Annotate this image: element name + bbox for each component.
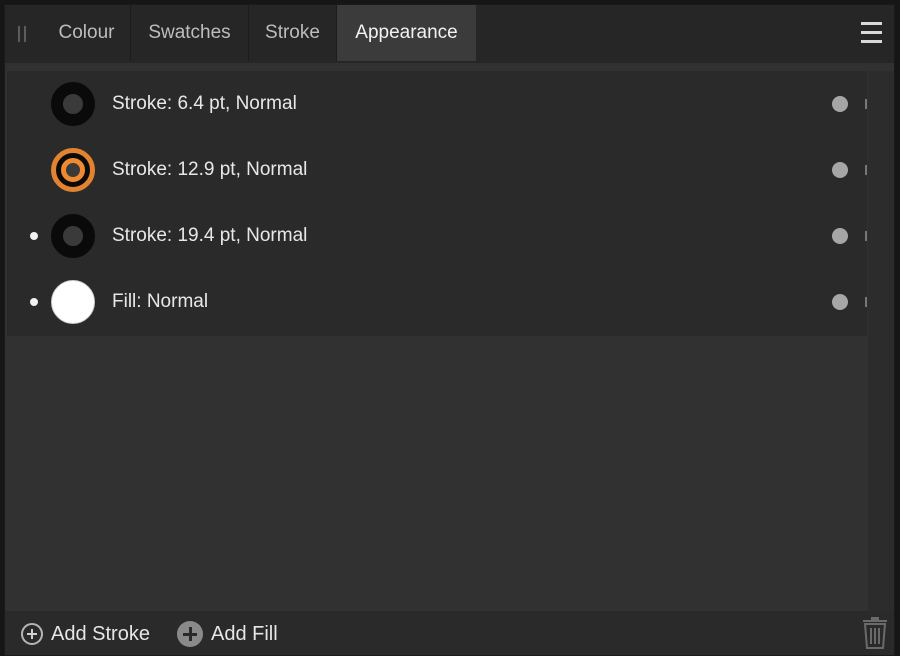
plus-circle-filled-icon (177, 621, 203, 647)
list-item[interactable]: Stroke: 12.9 pt, Normal (7, 137, 867, 203)
appearance-layer-list: Stroke: 6.4 pt, Normal Stroke: 12.9 pt, … (7, 71, 867, 336)
layer-handle-icon[interactable] (865, 99, 867, 109)
tab-appearance[interactable]: Appearance (337, 5, 476, 61)
layer-options-dot-icon[interactable] (832, 294, 848, 310)
vertical-scrollbar[interactable] (868, 71, 894, 613)
stroke-swatch-icon[interactable] (51, 214, 95, 258)
add-fill-button[interactable]: Add Fill (177, 619, 278, 649)
tab-bar: Colour Swatches Stroke Appearance (5, 5, 894, 63)
layer-options-dot-icon[interactable] (832, 96, 848, 112)
hamburger-menu-icon[interactable] (861, 22, 882, 43)
layer-label: Stroke: 12.9 pt, Normal (112, 159, 308, 180)
stroke-swatch-icon[interactable] (51, 148, 95, 192)
layer-options-dot-icon[interactable] (832, 228, 848, 244)
stroke-swatch-icon[interactable] (51, 82, 95, 126)
tab-colour[interactable]: Colour (43, 5, 131, 61)
layer-label: Stroke: 19.4 pt, Normal (112, 225, 308, 246)
layer-label: Fill: Normal (112, 291, 209, 312)
layer-handle-icon[interactable] (865, 165, 867, 175)
panel-footer: Add Stroke Add Fill (5, 611, 894, 655)
layer-options-dot-icon[interactable] (832, 162, 848, 178)
tab-swatches[interactable]: Swatches (131, 5, 249, 61)
trash-icon[interactable] (862, 617, 888, 649)
grip-icon[interactable] (18, 26, 28, 42)
visibility-dot-icon[interactable] (30, 232, 38, 240)
layer-handle-icon[interactable] (865, 231, 867, 241)
list-item[interactable]: Stroke: 6.4 pt, Normal (7, 71, 867, 137)
fill-swatch-icon[interactable] (51, 280, 95, 324)
visibility-dot-icon[interactable] (30, 298, 38, 306)
list-item[interactable]: Fill: Normal (7, 269, 867, 335)
tab-stroke[interactable]: Stroke (249, 5, 337, 61)
add-fill-label: Add Fill (211, 622, 278, 645)
layer-handle-icon[interactable] (865, 297, 867, 307)
list-item[interactable]: Stroke: 19.4 pt, Normal (7, 203, 867, 269)
add-stroke-label: Add Stroke (51, 622, 150, 645)
appearance-panel: Colour Swatches Stroke Appearance Stroke… (4, 4, 895, 656)
add-stroke-button[interactable]: Add Stroke (21, 619, 150, 649)
layer-label: Stroke: 6.4 pt, Normal (112, 93, 297, 114)
plus-circle-outline-icon (21, 623, 43, 645)
